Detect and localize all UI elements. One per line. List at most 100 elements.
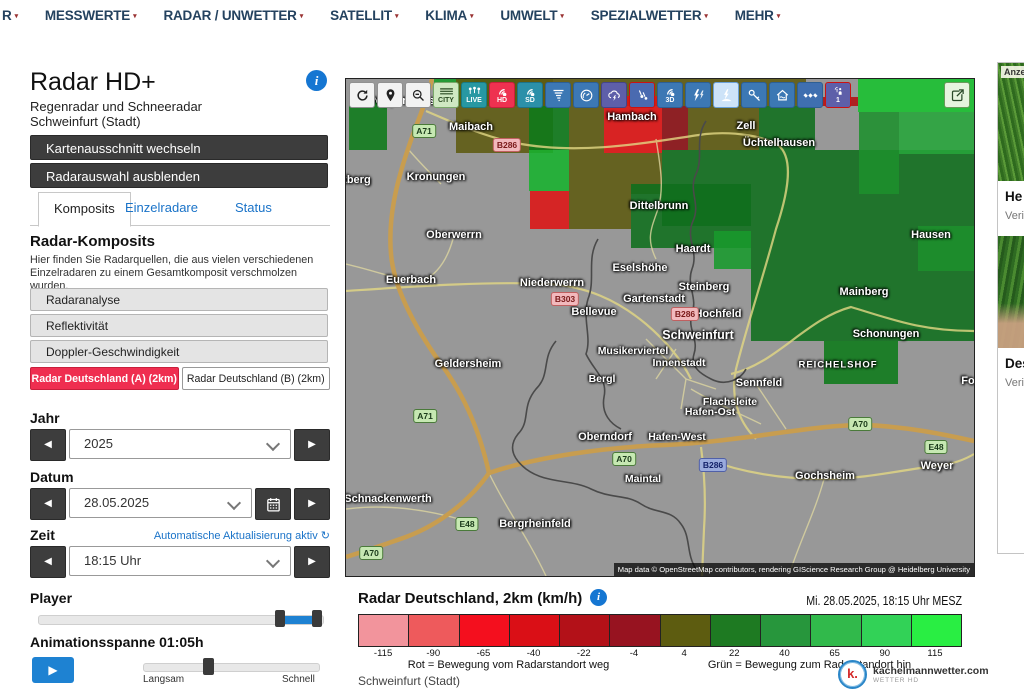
nav-item-messwerte[interactable]: MESSWERTE▾	[45, 8, 137, 34]
info-icon[interactable]: i	[306, 70, 327, 91]
legend-info-icon[interactable]: i	[590, 589, 607, 606]
ad-title[interactable]: Des de	[998, 348, 1024, 374]
auto-update-toggle[interactable]: Automatische Aktualisierung aktiv ↻	[154, 529, 330, 542]
time-select[interactable]: 18:15 Uhr	[69, 546, 291, 576]
ad-title[interactable]: He var op	[998, 181, 1024, 207]
precipitation-type-button[interactable]	[629, 82, 655, 108]
nav-item-umwelt[interactable]: UMWELT▾	[500, 8, 563, 34]
radar-source-button-b[interactable]: Radar Deutschland (B) (2km)	[182, 367, 331, 390]
map-place-label: Weyer	[921, 460, 954, 472]
date-value: 28.05.2025	[84, 495, 149, 510]
date-next-button[interactable]: ▶	[294, 488, 330, 520]
key-button[interactable]	[741, 82, 767, 108]
map-place-label: Oberwerrn	[426, 229, 482, 241]
radar-3d-button[interactable]: 3D	[657, 82, 683, 108]
radar-source-button-a[interactable]: Radar Deutschland (A) (2km)	[30, 367, 179, 390]
legend-tick: 22	[709, 648, 759, 659]
radar-map[interactable]: PoppenhausenMaibachHambachZellÜchtelhaus…	[345, 78, 975, 577]
toolbar-button-label: SD	[525, 97, 535, 104]
nav-item-r[interactable]: R▾	[2, 8, 18, 34]
legend-tick: -4	[609, 648, 659, 659]
play-button[interactable]: ▶	[32, 657, 74, 683]
nav-item-radar-unwetter[interactable]: RADAR / UNWETTER▾	[163, 8, 303, 34]
date-row: ◀ 28.05.2025 ▶	[30, 488, 330, 518]
satellite-button[interactable]	[797, 82, 823, 108]
time-next-button[interactable]: ▶	[294, 546, 330, 578]
legend-segment	[560, 615, 610, 646]
year-prev-button[interactable]: ◀	[30, 429, 66, 461]
radar-hide-button[interactable]: Radarauswahl ausblenden	[30, 163, 328, 188]
live-radar-icon	[466, 86, 483, 96]
cloud-lightning-icon	[607, 88, 622, 103]
radar-person-button[interactable]: 1	[825, 82, 851, 108]
home-warning-button[interactable]	[769, 82, 795, 108]
year-next-button[interactable]: ▶	[294, 429, 330, 461]
speed-slider-track[interactable]	[143, 663, 320, 672]
composite-button-2[interactable]: Reflektivität	[30, 314, 328, 337]
player-handle-end[interactable]	[312, 610, 322, 627]
live-radar-button[interactable]: LIVE	[461, 82, 487, 108]
legend-tick: 115	[910, 648, 960, 659]
calendar-button[interactable]	[255, 488, 291, 520]
share-button[interactable]	[944, 82, 970, 108]
legend-segment	[510, 615, 560, 646]
map-attribution: Map data © OpenStreetMap contributors, r…	[614, 563, 974, 576]
calendar-icon	[265, 496, 282, 513]
legend-color-scale	[358, 614, 962, 647]
caret-down-icon: ▾	[470, 13, 473, 20]
composite-button-3[interactable]: Doppler-Geschwindigkeit	[30, 340, 328, 363]
lightning-ground-button[interactable]	[713, 82, 739, 108]
map-place-label: REICHELSHOF	[798, 360, 877, 371]
storm-track-button[interactable]	[573, 82, 599, 108]
radar-hd-button[interactable]: HD	[489, 82, 515, 108]
refresh-icon: ↻	[321, 530, 330, 542]
section-title: Radar-Komposits	[30, 233, 155, 250]
time-prev-button[interactable]: ◀	[30, 546, 66, 578]
cloud-lightning-button[interactable]	[601, 82, 627, 108]
year-select[interactable]: 2025	[69, 429, 291, 459]
road-badge: E48	[455, 517, 478, 531]
lightning-button[interactable]	[685, 82, 711, 108]
radar-sd-button[interactable]: SD	[517, 82, 543, 108]
tab-komposits[interactable]: Komposits	[38, 192, 131, 227]
legend-tick: -65	[458, 648, 508, 659]
map-place-label: Euerbach	[386, 274, 436, 286]
speed-slider-handle[interactable]	[203, 658, 214, 675]
map-place-label: Eselshöhe	[612, 262, 667, 274]
map-switch-button[interactable]: Kartenausschnitt wechseln	[30, 135, 328, 160]
ad-image-leaves[interactable]	[998, 236, 1024, 348]
nav-item-klima[interactable]: KLIMA▾	[425, 8, 473, 34]
map-place-label: Sennfeld	[736, 377, 782, 389]
sidebar: Radar HD+ i Regenradar und Schneeradar S…	[30, 62, 330, 695]
city-layer-button[interactable]: CITY	[433, 82, 459, 108]
date-select[interactable]: 28.05.2025	[69, 488, 252, 518]
brand-logo-icon: k.	[838, 660, 867, 689]
date-prev-button[interactable]: ◀	[30, 488, 66, 520]
nav-item-label: R	[2, 8, 12, 23]
time-row: ◀ 18:15 Uhr ▶	[30, 546, 330, 576]
nav-item-label: SATELLIT	[330, 8, 392, 23]
legend-segment	[811, 615, 861, 646]
zoom-out-button[interactable]	[405, 82, 431, 108]
nav-item-satellit[interactable]: SATELLIT▾	[330, 8, 398, 34]
location-button[interactable]	[377, 82, 403, 108]
tab-status[interactable]: Status	[235, 192, 272, 225]
storm-track-icon	[579, 88, 594, 103]
ad-tag: Anze	[1001, 66, 1024, 78]
ad-image-grass[interactable]	[998, 63, 1024, 181]
chevron-down-icon	[266, 437, 280, 451]
ad-source: Veri	[998, 374, 1024, 389]
page-subtitle: Regenradar und Schneeradar Schweinfurt (…	[30, 99, 202, 129]
footer-location: Schweinfurt (Stadt)	[358, 674, 460, 688]
share-icon	[950, 88, 965, 103]
refresh-button[interactable]	[349, 82, 375, 108]
tornado-button[interactable]	[545, 82, 571, 108]
nav-item-spezialwetter[interactable]: SPEZIALWETTER▾	[591, 8, 708, 34]
year-value: 2025	[84, 436, 113, 451]
road-badge: A70	[359, 546, 383, 560]
nav-item-mehr[interactable]: MEHR▾	[735, 8, 780, 34]
composite-button-1[interactable]: Radaranalyse	[30, 288, 328, 311]
tab-einzelradare[interactable]: Einzelradare	[125, 192, 198, 225]
brand: k. kachelmannwetter.com WETTER HD	[838, 660, 989, 689]
player-handle-start[interactable]	[275, 610, 285, 627]
